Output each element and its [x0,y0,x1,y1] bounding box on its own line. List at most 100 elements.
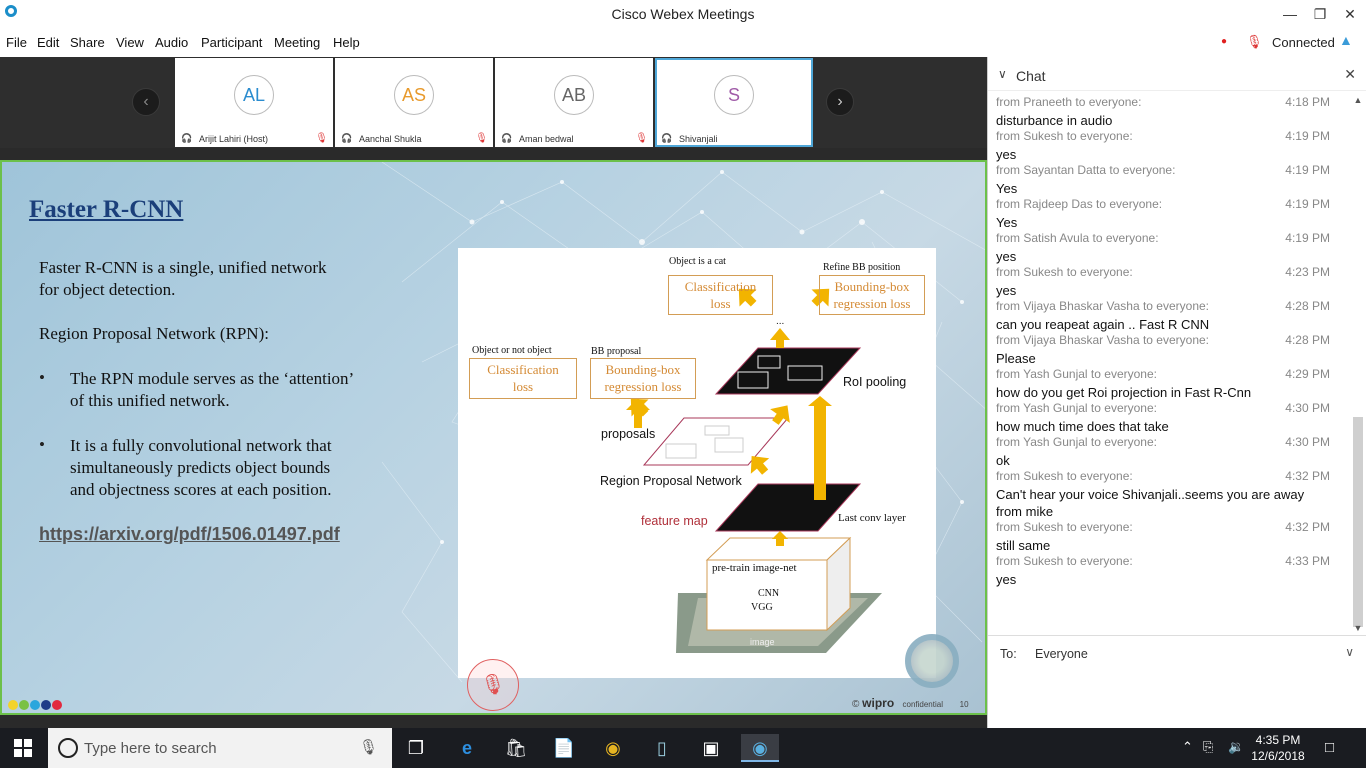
chat-message-meta: from Yash Gunjal to everyone: 4:30 PM [996,401,1332,418]
chat-message: from Sukesh to everyone: 4:33 PM yes [996,554,1332,588]
stage-separator [0,148,987,160]
slide-color-dots [8,698,63,713]
notifications-icon[interactable]: □ [1325,739,1334,756]
chat-timestamp: 4:23 PM [1285,265,1330,279]
chat-sender: from Rajdeep Das to everyone: [996,197,1163,211]
shared-slide: Faster R-CNN Faster R-CNN is a single, u… [0,160,987,715]
chat-sender: from Sayantan Datta to everyone: [996,163,1176,177]
chat-message: from Sukesh to everyone: 4:32 PM still sam… [996,520,1332,554]
chat-message: from Yash Gunjal to everyone: 4:30 PM ok [996,435,1332,469]
menu-view[interactable]: View [116,35,144,50]
windows-start-icon[interactable] [14,739,32,757]
edge-browser-icon[interactable]: e [448,734,486,762]
chat-timestamp: 4:19 PM [1285,197,1330,211]
classification-loss-box: Classification loss [668,275,773,315]
chat-message-meta: from Yash Gunjal to everyone: 4:30 PM [996,435,1332,452]
chat-sender: from Sukesh to everyone: [996,129,1133,143]
paper-link[interactable]: https://arxiv.org/pdf/1506.01497.pdf [39,524,340,545]
avatar: AL [234,75,274,115]
participant-tile[interactable]: AL 🎧 Arijit Lahiri (Host) 🎙 [175,58,333,147]
scrollbar-thumb[interactable] [1353,417,1363,627]
microphone-icon[interactable]: 🎙 [359,738,378,756]
chat-message: from Yash Gunjal to everyone: 4:29 PM how … [996,367,1332,401]
chat-message-meta: from Sukesh to everyone: 4:33 PM [996,554,1332,571]
close-chat-button[interactable]: ✕ [1344,66,1356,83]
chat-message-meta: from Yash Gunjal to everyone: 4:29 PM [996,367,1332,384]
chat-message: from Sukesh to everyone: 4:23 PM yes [996,265,1332,299]
network-icon[interactable]: ⎘ [1203,739,1213,755]
taskbar-search-box[interactable]: Type here to search 🎙 [48,728,392,768]
file-icon[interactable]: 📄 [545,734,583,762]
chevron-down-icon[interactable]: ∨ [1345,645,1354,659]
chat-sender: from Praneeth to everyone: [996,95,1142,109]
chat-message: from Sayantan Datta to everyone: 4:19 PM Y… [996,163,1332,197]
chat-message-meta: from Vijaya Bhaskar Vasha to everyone: 4:… [996,299,1332,316]
collapse-chevron-icon[interactable]: ∨ [998,67,1007,81]
chat-timestamp: 4:19 PM [1285,129,1330,143]
chat-timestamp: 4:30 PM [1285,401,1330,415]
menu-file[interactable]: File [6,35,27,50]
signal-icon: ▲ [1339,32,1353,48]
diagram-label: RoI pooling [843,375,907,389]
slide-paragraph: Faster R-CNN is a single, unified networ… [39,258,327,277]
menu-help[interactable]: Help [333,35,360,50]
chat-timestamp: 4:18 PM [1285,95,1330,109]
volume-icon[interactable]: 🔉 [1228,739,1244,755]
faster-rcnn-diagram: Object is a cat Refine BB position Class… [458,248,936,678]
menu-participant[interactable]: Participant [201,35,262,50]
chrome-icon[interactable]: ◉ [594,734,632,762]
menu-share[interactable]: Share [70,35,105,50]
scroll-up-icon[interactable]: ▲ [1352,95,1364,107]
restore-button[interactable]: ❐ [1309,4,1331,24]
terminal-icon[interactable]: ▣ [692,734,730,762]
app-icon[interactable]: ▯ [643,734,681,762]
participant-tile[interactable]: AS 🎧 Aanchal Shukla 🎙 [335,58,493,147]
chat-message-text: Please [996,351,1036,366]
bbox-regression-box: Bounding-box regression loss [590,358,696,399]
webex-taskbar-icon[interactable]: ◉ [741,734,779,762]
muted-mic-button[interactable]: 🎙 [467,659,519,711]
muted-mic-icon[interactable]: 🎙 [1246,34,1263,50]
next-participants-button[interactable]: › [826,88,854,116]
chat-sender: from Sukesh to everyone: [996,554,1133,568]
task-view-icon[interactable]: ❐ [397,734,435,762]
stage-bottom-bar [0,715,987,728]
participant-tile[interactable]: AB 🎧 Aman bedwal 🎙 [495,58,653,147]
store-icon[interactable]: 🛍 [497,734,535,762]
connection-status: Connected [1272,35,1335,50]
headset-icon: 🎧 [501,133,513,143]
chat-input[interactable] [988,671,1366,728]
menu-edit[interactable]: Edit [37,35,59,50]
chat-message-list: from Praneeth to everyone: 4:18 PM disturb… [996,95,1332,588]
close-window-button[interactable]: ✕ [1339,4,1361,24]
avatar: AB [554,75,594,115]
chat-message: from Yash Gunjal to everyone: 4:30 PM how … [996,401,1332,435]
chevron-up-icon[interactable]: ⌃ [1182,739,1193,755]
recording-dot-icon: ● [1221,36,1228,47]
diagram-label: Refine BB position [823,262,901,273]
participant-tile-active[interactable]: S 🎧 Shivanjali [655,58,813,147]
chat-scrollbar[interactable]: ▲ ▼ [1352,95,1364,635]
chat-message-text: still same [996,538,1051,553]
participant-name: Aman bedwal [519,134,574,144]
minimize-button[interactable]: — [1279,4,1301,24]
participant-strip: ‹ AL 🎧 Arijit Lahiri (Host) 🎙 AS 🎧 Aanch… [0,57,987,148]
chat-message-text: yes [996,249,1017,264]
chat-message: from Sukesh to everyone: 4:32 PM Can't hea… [996,469,1332,520]
chat-message-text: disturbance in audio [996,113,1113,128]
recipient-select[interactable]: Everyone [1035,647,1088,661]
muted-mic-icon: 🎙 [635,133,648,144]
clock-time: 4:35 PM [1255,733,1301,747]
menu-meeting[interactable]: Meeting [274,35,320,50]
menu-audio[interactable]: Audio [155,35,188,50]
taskbar-clock[interactable]: 4:35 PM 12/6/2018 [1243,732,1313,764]
bullet-icon: • [39,435,45,454]
chat-message-meta: from Sukesh to everyone: 4:23 PM [996,265,1332,282]
slide-footer: © wipro confidential 10 [852,696,969,710]
prev-participants-button[interactable]: ‹ [132,88,160,116]
chat-sender: from Satish Avula to everyone: [996,231,1159,245]
box-line: regression loss [604,379,682,394]
webex-floating-ring-icon[interactable] [905,634,959,688]
scroll-down-icon[interactable]: ▼ [1352,623,1364,635]
chat-message-meta: from Sukesh to everyone: 4:32 PM [996,469,1332,486]
